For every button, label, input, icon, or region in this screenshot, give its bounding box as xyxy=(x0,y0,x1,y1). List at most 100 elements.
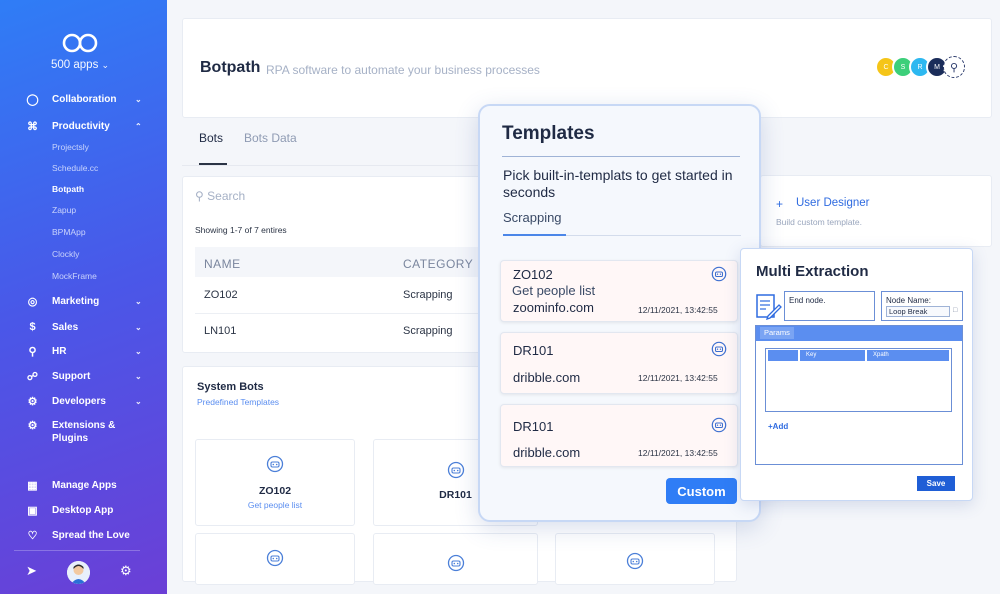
add-user-icon[interactable]: ⚲ xyxy=(943,56,965,78)
gear-icon[interactable]: ⚙ xyxy=(120,563,132,579)
sidebar-item-developers[interactable]: ⚙ Developers ⌄ xyxy=(0,392,167,410)
globe-icon: ◯ xyxy=(26,93,39,106)
sidebar-subitem-projectsly[interactable]: Projectsly xyxy=(52,142,89,152)
template-name: ZO102 xyxy=(513,267,553,282)
bot-icon xyxy=(266,549,284,567)
sidebar-item-hr[interactable]: ⚲ HR ⌄ xyxy=(0,342,167,360)
chevron-up-icon: ⌃ xyxy=(135,121,142,131)
plus-icon: + xyxy=(776,197,784,211)
table-cell-category: Scrapping xyxy=(403,325,453,337)
section-subtitle: Predefined Templates xyxy=(197,397,280,407)
chevron-down-icon: ⌄ xyxy=(135,371,142,381)
sidebar-subitem-bpmapp[interactable]: BPMApp xyxy=(52,227,86,237)
bot-icon xyxy=(447,554,464,572)
tab-bots-data[interactable]: Bots Data xyxy=(244,131,297,145)
template-timestamp: 12/11/2021, 13:42:55 xyxy=(638,448,718,458)
sidebar-subitem-schedule[interactable]: Schedule.cc xyxy=(52,163,98,173)
sidebar-item-marketing[interactable]: ◎ Marketing ⌄ xyxy=(0,292,167,310)
sidebar-item-label: Manage Apps xyxy=(52,479,117,491)
template-url: dribble.com xyxy=(513,445,581,460)
avatar[interactable] xyxy=(67,561,90,584)
sidebar-item-label: Support xyxy=(52,370,91,382)
search-input[interactable]: ⚲ Search xyxy=(195,189,245,203)
page-tagline: RPA software to automate your business p… xyxy=(266,63,540,77)
monitor-icon: ▣ xyxy=(27,504,38,517)
settings-icon: ⚙ xyxy=(27,395,38,408)
bots-table-card: ⚲ Search Showing 1-7 of 7 entires NAME C… xyxy=(182,176,507,353)
bot-icon xyxy=(711,266,727,282)
template-description: Get people list xyxy=(512,283,596,298)
apps-dropdown[interactable]: 500 apps ⌄ xyxy=(51,59,109,71)
search-icon: ⚲ xyxy=(195,189,204,203)
sidebar-subitem-mockframe[interactable]: MockFrame xyxy=(52,271,97,281)
search-placeholder: Search xyxy=(207,189,246,203)
bot-icon xyxy=(711,417,727,433)
node-name-label: Node Name: xyxy=(886,296,931,305)
section-title: System Bots xyxy=(197,381,264,393)
copy-icon[interactable]: □ xyxy=(953,307,957,314)
sidebar-item-plugins[interactable]: Plugins xyxy=(0,429,167,447)
params-section: Params Key Xpath xyxy=(755,325,963,465)
bot-card[interactable] xyxy=(555,533,715,585)
sidebar-item-label: Developers xyxy=(52,395,106,407)
chevron-down-icon: ⌄ xyxy=(101,60,110,70)
add-param-button[interactable]: +Add xyxy=(768,422,788,431)
title-divider xyxy=(502,156,740,157)
bot-icon xyxy=(626,552,644,570)
tab-bots[interactable]: Bots xyxy=(199,131,223,145)
sidebar-item-label: Sales xyxy=(52,321,79,333)
node-name-field[interactable]: Node Name: Loop Break □ xyxy=(881,291,963,321)
template-timestamp: 12/11/2021, 13:42:55 xyxy=(638,373,718,383)
logo-icon[interactable] xyxy=(62,32,98,54)
sidebar-spread-love[interactable]: ♡ Spread the Love xyxy=(0,526,167,544)
end-node-field[interactable]: End node. xyxy=(784,291,875,321)
templates-panel: Templates Pick built-in-templats to get … xyxy=(478,104,761,522)
chevron-down-icon: ⌄ xyxy=(135,94,142,104)
params-header-cell xyxy=(768,350,798,361)
edit-document-icon xyxy=(756,294,782,320)
command-icon: ⌘ xyxy=(27,120,38,133)
sidebar-manage-apps[interactable]: ▦ Manage Apps xyxy=(0,476,167,494)
bot-description: Get people list xyxy=(247,500,303,510)
multi-extraction-title: Multi Extraction xyxy=(756,263,869,280)
template-timestamp: 12/11/2021, 13:42:55 xyxy=(638,305,718,315)
table-cell-name[interactable]: ZO102 xyxy=(204,289,238,301)
chevron-down-icon: ⌄ xyxy=(135,396,142,406)
templates-title: Templates xyxy=(502,123,595,144)
template-card[interactable]: DR101 dribble.com 12/11/2021, 13:42:55 xyxy=(500,332,738,394)
table-cell-name[interactable]: LN101 xyxy=(204,325,236,337)
sidebar-item-label: Collaboration xyxy=(52,93,117,105)
sidebar-item-collaboration[interactable]: ◯ Collaboration ⌄ xyxy=(0,90,167,108)
template-url: dribble.com xyxy=(513,370,581,385)
column-header-name[interactable]: NAME xyxy=(204,257,241,271)
sidebar-item-productivity[interactable]: ⌘ Productivity ⌃ xyxy=(0,117,167,135)
tab-scrapping[interactable]: Scrapping xyxy=(503,210,562,225)
column-header-category[interactable]: CATEGORY xyxy=(403,257,473,271)
sidebar-subitem-zapup[interactable]: Zapup xyxy=(52,205,76,215)
rocket-icon[interactable]: ➤ xyxy=(26,563,37,579)
tab-active-indicator xyxy=(199,163,227,165)
node-name-input[interactable]: Loop Break xyxy=(886,306,950,317)
custom-button[interactable]: Custom xyxy=(666,478,737,504)
sidebar-item-label: Spread the Love xyxy=(52,529,130,541)
sidebar-item-label: Productivity xyxy=(52,120,110,132)
bot-card[interactable] xyxy=(373,533,538,585)
template-name: DR101 xyxy=(513,419,554,434)
bot-card[interactable]: ZO102 Get people list xyxy=(195,439,355,526)
user-designer-subtitle: Build custom template. xyxy=(776,217,862,227)
tab-active-indicator xyxy=(503,234,566,236)
template-card[interactable]: DR101 dribble.com 12/11/2021, 13:42:55 xyxy=(500,404,738,467)
chevron-down-icon: ⌄ xyxy=(135,346,142,356)
sidebar-item-support[interactable]: ☍ Support ⌄ xyxy=(0,367,167,385)
user-designer-card[interactable]: + User Designer Build custom template. xyxy=(760,175,992,247)
save-button[interactable]: Save xyxy=(917,476,955,491)
sidebar-item-label: Plugins xyxy=(52,432,89,444)
sidebar-desktop-app[interactable]: ▣ Desktop App xyxy=(0,501,167,519)
sidebar-subitem-botpath[interactable]: Botpath xyxy=(52,184,84,194)
template-card[interactable]: ZO102 Get people list zoominfo.com 12/11… xyxy=(500,260,738,322)
headphones-icon: ☍ xyxy=(26,370,39,383)
sidebar-subitem-clockly[interactable]: Clockly xyxy=(52,249,79,259)
bot-card[interactable] xyxy=(195,533,355,585)
multi-extraction-panel: Multi Extraction End node. Node Name: Lo… xyxy=(740,248,973,501)
sidebar-item-sales[interactable]: $ Sales ⌄ xyxy=(0,318,167,336)
